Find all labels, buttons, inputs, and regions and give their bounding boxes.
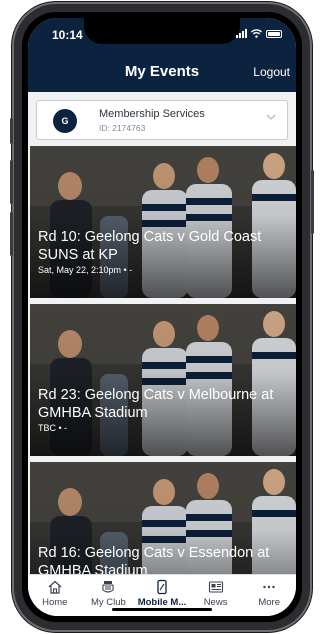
- notch: [84, 18, 240, 44]
- status-time: 10:14: [52, 28, 83, 42]
- news-icon: [208, 581, 223, 593]
- status-bar: 10:14: [28, 18, 296, 52]
- phone-bezel: 10:14 My Events Logout G Membership Serv…: [22, 12, 302, 622]
- tab-label: Home: [42, 597, 68, 608]
- nav-header: My Events Logout: [28, 52, 296, 92]
- logout-button[interactable]: Logout: [253, 65, 290, 79]
- tab-label: My Club: [90, 597, 126, 608]
- account-selector[interactable]: G Membership Services ID: 2174763: [36, 100, 288, 140]
- event-meta: Sat, May 22, 2:10pm • -: [38, 265, 133, 275]
- wifi-icon: [251, 29, 262, 38]
- event-title: Rd 10: Geelong Cats v Gold Coast SUNS at…: [38, 229, 262, 263]
- tab-more[interactable]: More: [242, 575, 296, 616]
- event-title: Rd 23: Geelong Cats v Melbourne at GMHBA…: [38, 387, 274, 421]
- home-icon: [48, 580, 62, 594]
- phone-volume-up: [10, 160, 13, 204]
- more-dots-icon: [263, 585, 275, 589]
- phone-mute-switch: [10, 118, 13, 144]
- event-meta: TBC • -: [38, 423, 68, 433]
- mobile-ticket-icon: [157, 579, 167, 595]
- home-indicator: [112, 608, 212, 611]
- status-icons: [236, 29, 282, 38]
- account-id: ID: 2174763: [99, 123, 146, 133]
- event-photo-overlay: [30, 146, 296, 298]
- account-name: Membership Services: [99, 108, 205, 120]
- tab-label: Mobile M...: [137, 597, 187, 608]
- chevron-down-icon: [266, 114, 276, 120]
- app-screen: 10:14 My Events Logout G Membership Serv…: [28, 18, 296, 616]
- cellular-signal-icon: [236, 29, 247, 38]
- event-card[interactable]: Rd 10: Geelong Cats v Gold Coast SUNS at…: [30, 146, 296, 298]
- event-photo-overlay: [30, 304, 296, 456]
- club-crest-icon: [102, 581, 114, 593]
- phone-volume-down: [10, 212, 13, 256]
- battery-icon: [266, 29, 282, 38]
- tab-label: More: [258, 597, 280, 608]
- account-avatar: G: [53, 109, 77, 133]
- tab-label: News: [203, 597, 228, 608]
- tab-home[interactable]: Home: [28, 575, 82, 616]
- phone-power-button: [311, 170, 314, 234]
- event-card[interactable]: Rd 23: Geelong Cats v Melbourne at GMHBA…: [30, 304, 296, 456]
